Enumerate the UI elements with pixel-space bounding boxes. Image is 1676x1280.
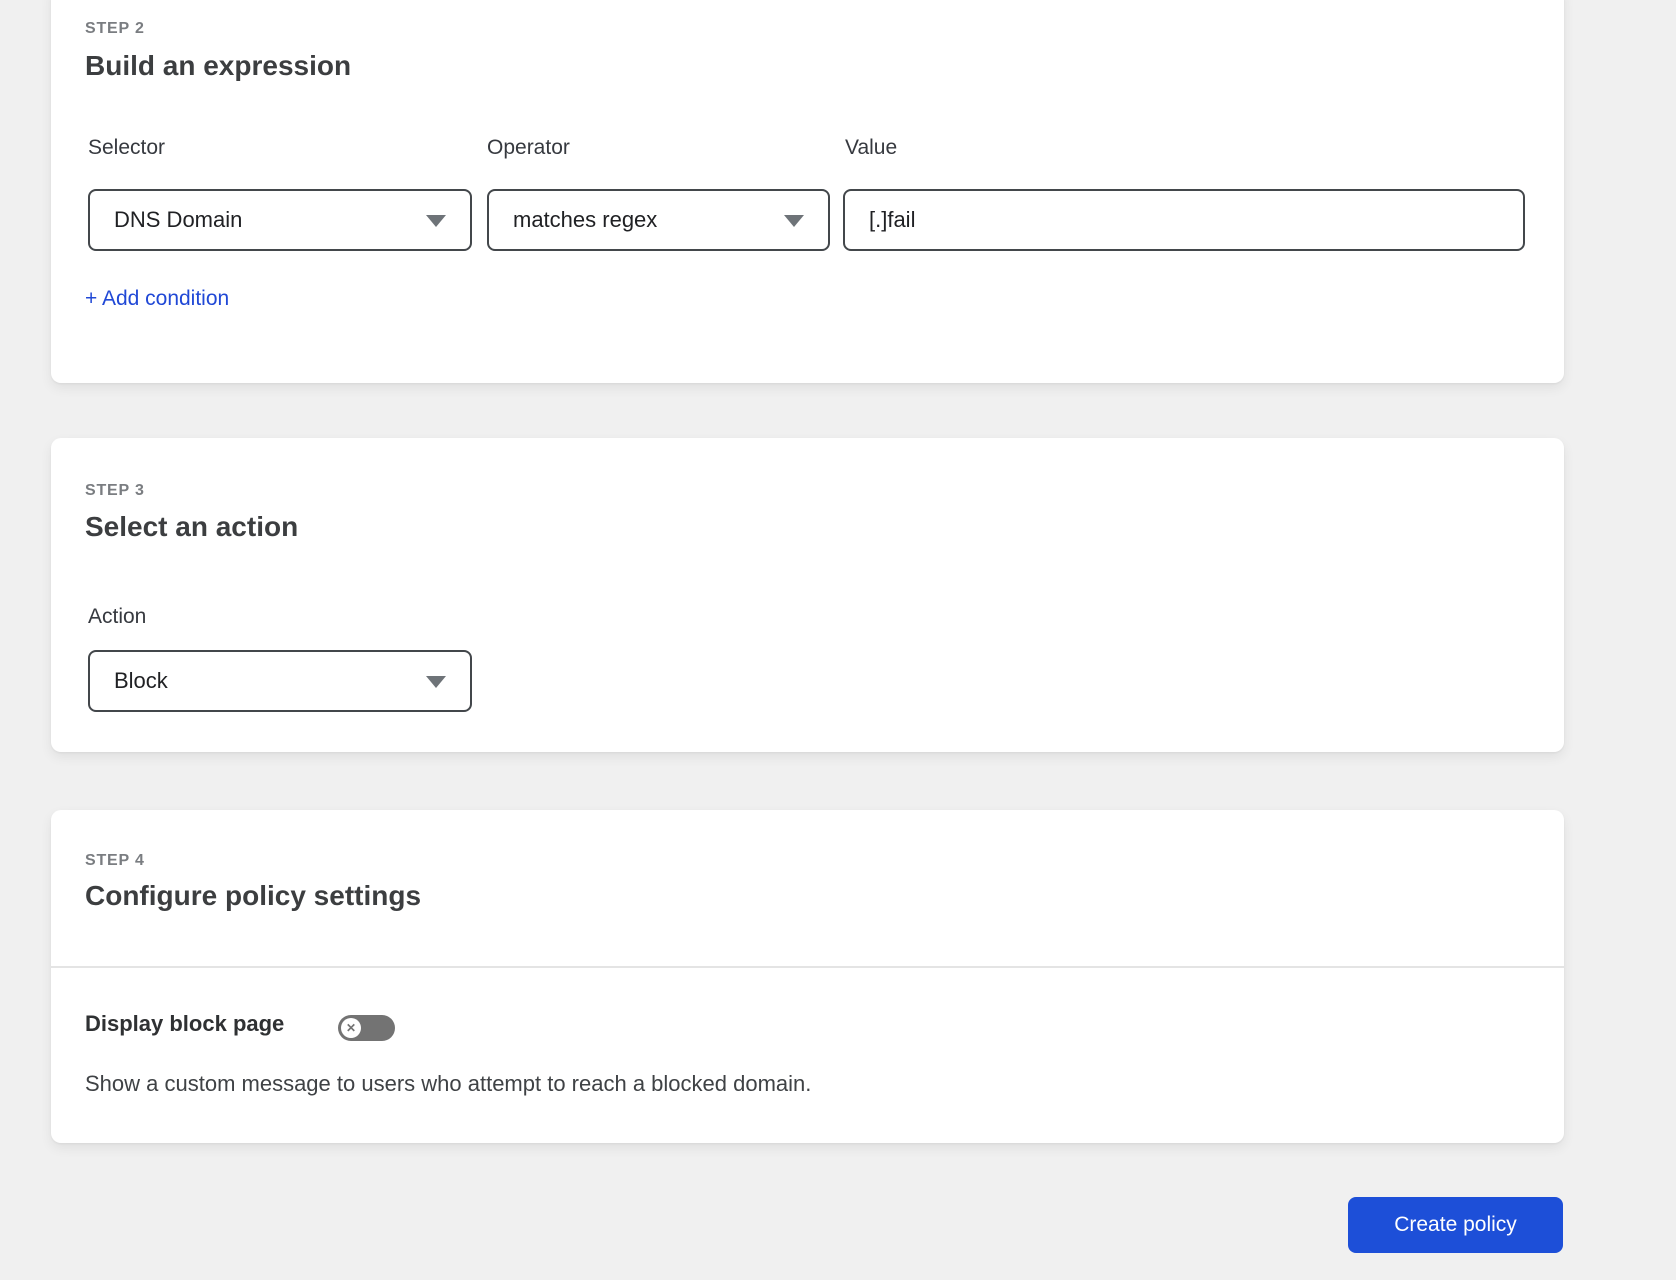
value-input[interactable] <box>843 189 1525 251</box>
action-dropdown-value: Block <box>114 668 168 693</box>
step3-title: Select an action <box>85 511 299 542</box>
chevron-down-icon <box>784 215 804 227</box>
action-field-label: Action <box>88 605 147 628</box>
operator-field-label: Operator <box>487 136 570 159</box>
display-block-page-toggle[interactable]: ✕ <box>338 1015 395 1041</box>
step2-label: STEP 2 <box>85 20 145 37</box>
step4-card: STEP 4 Configure policy settings Display… <box>51 810 1564 1143</box>
chevron-down-icon <box>426 215 446 227</box>
create-policy-button[interactable]: Create policy <box>1348 1197 1563 1253</box>
selector-field-label: Selector <box>88 136 166 159</box>
toggle-knob: ✕ <box>341 1018 361 1038</box>
value-field-label: Value <box>845 136 898 159</box>
add-condition-link[interactable]: + Add condition <box>85 287 229 311</box>
step4-title: Configure policy settings <box>85 880 422 911</box>
display-block-page-description: Show a custom message to users who attem… <box>85 1071 812 1096</box>
step2-title: Build an expression <box>85 50 352 81</box>
step4-label: STEP 4 <box>85 852 145 869</box>
step3-card: STEP 3 Select an action Action Block <box>51 438 1564 752</box>
selector-dropdown-value: DNS Domain <box>114 207 243 232</box>
step3-label: STEP 3 <box>85 482 145 499</box>
operator-dropdown-value: matches regex <box>513 207 658 232</box>
display-block-page-label: Display block page <box>85 1011 285 1036</box>
chevron-down-icon <box>426 676 446 688</box>
action-dropdown[interactable]: Block <box>88 650 472 712</box>
x-icon: ✕ <box>345 1021 357 1035</box>
step2-card: STEP 2 Build an expression Selector Oper… <box>51 0 1564 383</box>
operator-dropdown[interactable]: matches regex <box>487 189 830 251</box>
selector-dropdown[interactable]: DNS Domain <box>88 189 472 251</box>
section-divider <box>51 966 1564 968</box>
